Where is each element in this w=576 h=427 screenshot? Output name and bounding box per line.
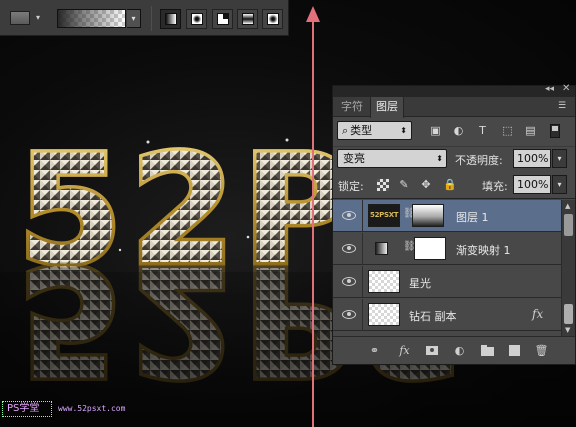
layer-row[interactable]: ⛓ 渐变映射 1 [333,233,561,265]
filter-toggle-switch[interactable] [550,124,560,138]
panel-menu-icon[interactable]: ☰ [558,101,566,111]
watermark: PS学堂 www.52psxt.com [0,396,150,422]
fill-input[interactable]: 100% [513,175,551,194]
opacity-slider-button[interactable]: ▾ [552,149,567,168]
scroll-thumb-lower[interactable] [564,304,573,324]
angle-gradient-icon [217,13,229,25]
scroll-thumb[interactable] [564,214,573,236]
visibility-eye-icon[interactable] [342,243,356,253]
radial-gradient-button[interactable] [186,9,207,29]
tool-preset-swatch[interactable] [10,11,30,25]
image-filter-icon[interactable]: ▣ [429,125,442,137]
row-divider [362,233,363,265]
layer-filter-row: ⌕ 类型 ⬍ ▣ ◐ T ⬚ ▤ [333,117,575,146]
lock-position-icon[interactable]: ✥ [420,179,432,191]
collapse-panel-icon[interactable]: ◂◂ [545,84,554,94]
opacity-input[interactable]: 100% [513,149,551,168]
blend-row: 变亮 ⬍ 不透明度: 100% ▾ [333,146,575,172]
lock-all-icon[interactable]: 🔒 [443,179,457,191]
visibility-eye-icon[interactable] [342,210,356,220]
search-icon: ⌕ [342,124,349,137]
blend-dropdown-icon: ⬍ [436,154,443,163]
layer-list-scrollbar[interactable]: ▲ ▼ [561,200,575,336]
panel-tab-bar: 字符 图层 ☰ [333,97,575,118]
opacity-label: 不透明度: [455,154,503,167]
filter-type-select[interactable]: ⌕ 类型 ⬍ [337,121,412,140]
filter-dropdown-icon: ⬍ [400,126,407,135]
layer-row[interactable]: 钻石 副本 fx [333,299,561,331]
layer-row[interactable]: 星光 [333,266,561,298]
layer-row[interactable]: 52PSXT ⛓ 图层 1 [333,200,561,232]
type-filter-icon[interactable]: T [476,125,489,137]
add-mask-icon[interactable] [425,343,440,358]
tab-character[interactable]: 字符 [336,97,368,117]
thumbnail-text: 52PSXT [370,211,399,219]
new-adjustment-layer-icon[interactable]: ◐ [452,343,467,358]
reflected-gradient-icon [242,13,254,25]
layer-mask-thumbnail[interactable] [412,204,444,227]
delete-layer-icon[interactable]: 🗑 [534,343,549,358]
layer-thumbnail[interactable]: 52PSXT [368,204,400,227]
layer-mask-thumbnail[interactable] [414,237,446,260]
add-layer-style-icon[interactable]: fx [397,343,412,358]
row-divider [362,299,363,331]
adjustment-filter-icon[interactable]: ◐ [452,125,465,137]
layer-effects-icon[interactable]: fx [532,307,543,321]
radial-gradient-icon [191,13,203,25]
watermark-logo: PS学堂 [2,401,52,417]
layer-name[interactable]: 钻石 副本 [409,308,457,324]
layer-thumbnail[interactable] [368,303,400,326]
layer-list: 52PSXT ⛓ 图层 1 ⛓ 渐变映射 1 星光 钻石 副本 fx [333,200,561,336]
shape-filter-icon[interactable]: ⬚ [501,125,514,137]
row-divider [362,266,363,298]
lock-pixels-icon[interactable]: ✎ [398,179,410,191]
visibility-eye-icon[interactable] [342,276,356,286]
layer-name[interactable]: 星光 [409,275,431,291]
lock-label: 锁定: [338,180,364,193]
scroll-up-icon[interactable]: ▲ [565,202,570,210]
gradient-options-bar: ▾ ▾ [0,0,289,36]
filter-type-label: 类型 [350,124,373,137]
blend-mode-select[interactable]: 变亮 ⬍ [337,149,447,168]
link-layers-icon[interactable]: ⚭ [367,343,382,358]
new-group-icon[interactable] [480,343,495,358]
fill-label: 填充: [482,180,508,193]
panel-title-bar[interactable]: ◂◂ ✕ [333,83,575,97]
linear-gradient-button[interactable] [160,9,181,29]
lock-transparency-icon[interactable] [377,179,389,191]
close-panel-icon[interactable]: ✕ [562,83,570,94]
linear-gradient-icon [165,13,177,25]
layer-name[interactable]: 图层 1 [456,209,489,225]
blend-mode-value: 变亮 [343,152,365,165]
gradient-dropdown-button[interactable]: ▾ [127,9,141,28]
layers-panel: ◂◂ ✕ 字符 图层 ☰ ⌕ 类型 ⬍ ▣ ◐ T ⬚ ▤ 变亮 ⬍ 不透明度: … [332,83,576,365]
row-divider [362,200,363,232]
gradient-map-icon[interactable] [375,242,388,255]
tab-layers[interactable]: 图层 [370,97,404,118]
scroll-down-icon[interactable]: ▼ [565,326,570,334]
new-layer-icon[interactable] [507,343,522,358]
smart-object-filter-icon[interactable]: ▤ [524,125,537,137]
options-separator [151,6,152,31]
diamond-gradient-button[interactable] [262,9,283,29]
gradient-preview[interactable] [57,9,126,28]
diamond-gradient-icon [267,13,279,25]
watermark-url: www.52psxt.com [58,404,126,413]
visibility-eye-icon[interactable] [342,309,356,319]
panel-bottom-bar: ⚭ fx ◐ 🗑 [333,336,575,364]
tool-preset-dropdown-icon[interactable]: ▾ [36,13,40,22]
angle-gradient-button[interactable] [212,9,233,29]
lock-row: 锁定: ✎ ✥ 🔒 填充: 100% ▾ [333,172,575,199]
reflected-gradient-button[interactable] [237,9,258,29]
fill-slider-button[interactable]: ▾ [552,175,567,194]
layer-thumbnail[interactable] [368,270,400,293]
layer-name[interactable]: 渐变映射 1 [456,242,511,258]
